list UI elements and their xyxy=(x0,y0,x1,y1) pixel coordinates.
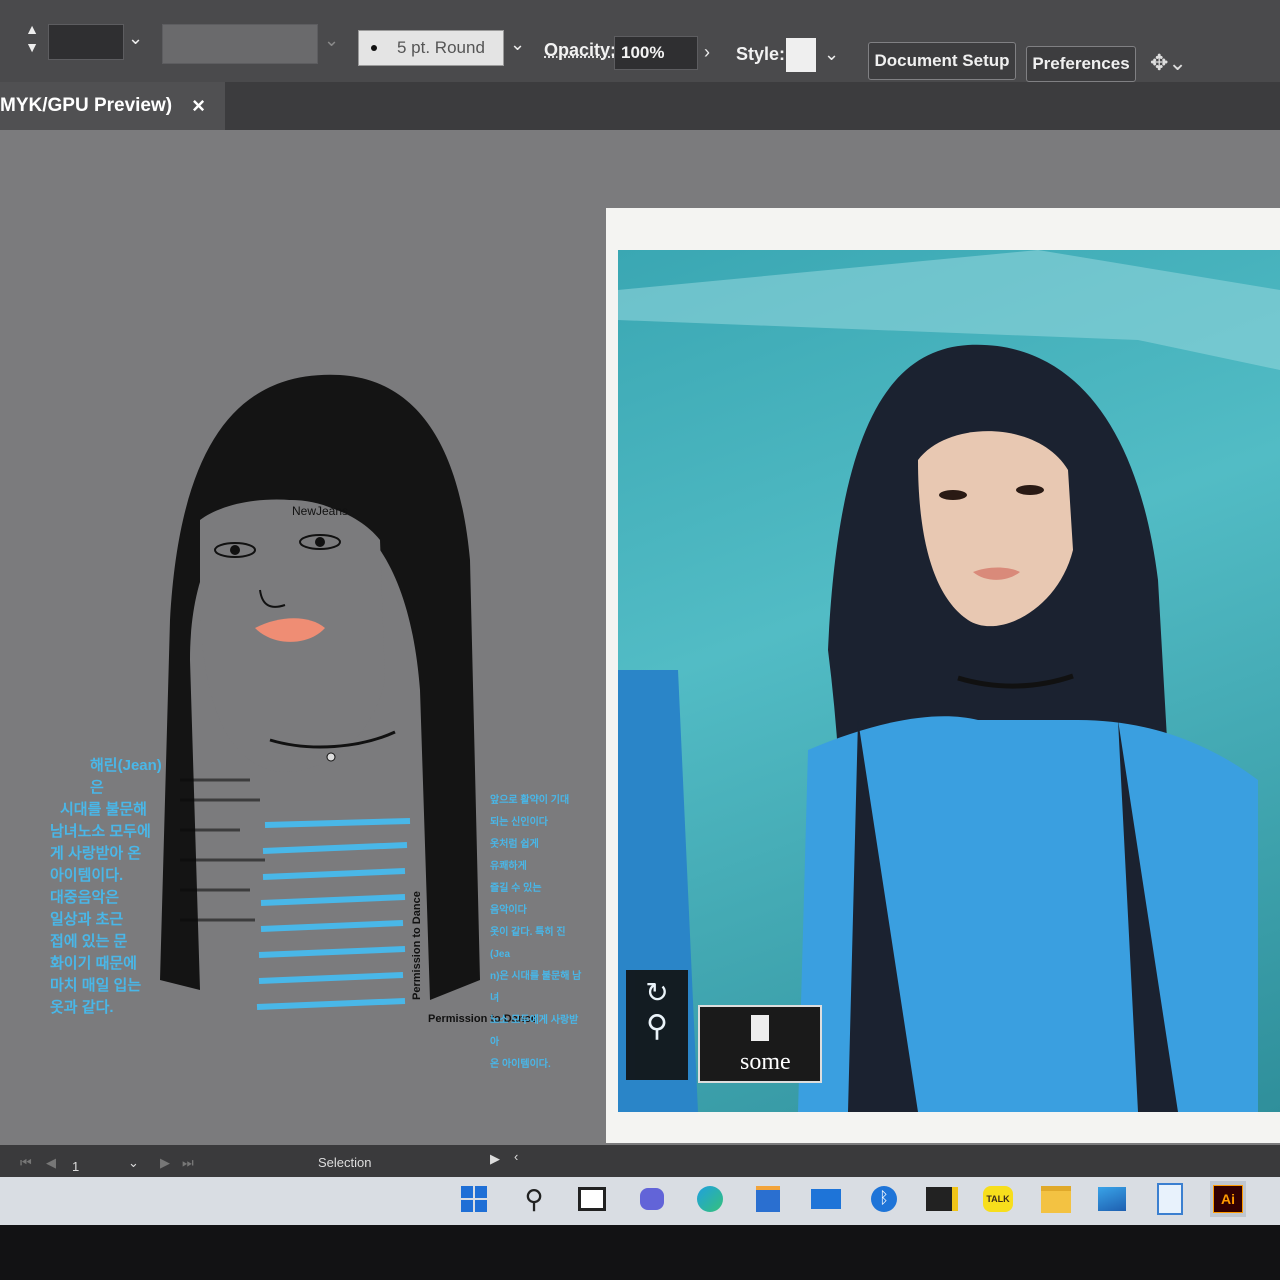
right-pupil xyxy=(315,537,325,547)
left-eye xyxy=(939,490,967,500)
illustrator-label: Ai xyxy=(1213,1185,1243,1213)
overlay-tool-panel[interactable]: ↻ ⚲ xyxy=(626,970,688,1080)
search-icon[interactable]: ⚲ xyxy=(626,1009,688,1044)
style-swatch[interactable] xyxy=(786,38,816,72)
chevron-down-icon[interactable]: ⌄ xyxy=(128,28,143,49)
text-line: 음악이다 xyxy=(490,905,527,916)
status-bar: ⏮ ◀ 1 ⌄ ▶ ⏭ Selection ▶ ‹ xyxy=(0,1145,1280,1177)
opacity-value: 100% xyxy=(621,43,665,62)
stepper-icon[interactable]: ▲ ▼ xyxy=(20,20,44,58)
left-pupil xyxy=(230,545,240,555)
style-label[interactable]: Style: xyxy=(736,44,785,65)
text-line: 일상과 초근 xyxy=(50,911,124,928)
text-line: 되는 신인이다 xyxy=(490,817,548,828)
arrange-documents-icon[interactable]: ✥⌄ xyxy=(1150,50,1187,76)
chevron-left-icon[interactable]: ‹ xyxy=(514,1149,518,1164)
chevron-down-icon[interactable]: ⌄ xyxy=(824,44,839,65)
photo-illustration xyxy=(618,250,1280,1112)
portrait-text-newjeans: NewJeans xyxy=(292,504,348,518)
left-shoulder-text[interactable]: 해린(Jean)은 시대를 불문해 남녀노소 모두에 게 사랑받아 온 아이템이… xyxy=(50,755,170,1019)
edge-icon[interactable] xyxy=(694,1183,726,1215)
text-line: 마치 매일 입는 xyxy=(50,977,142,994)
document-tab-title: MYK/GPU Preview) xyxy=(0,95,173,116)
chevron-down-icon[interactable]: ⌄ xyxy=(510,34,525,55)
mail-icon[interactable] xyxy=(810,1183,842,1215)
prev-page-icon[interactable]: ◀ xyxy=(46,1155,56,1171)
text-line: 접에 있는 문 xyxy=(50,933,128,950)
fill-color-field[interactable] xyxy=(48,24,124,60)
search-icon[interactable]: ⚲ xyxy=(518,1183,550,1215)
sticky-notes-icon[interactable] xyxy=(926,1183,958,1215)
overlay-label-box[interactable]: some xyxy=(698,1005,822,1083)
text-line: 노소 모두에게 사랑받아 xyxy=(490,1015,579,1048)
page-number[interactable]: 1 xyxy=(72,1159,79,1174)
text-line: 유쾌하게 xyxy=(490,861,527,872)
store-icon[interactable] xyxy=(752,1183,784,1215)
close-icon[interactable]: × xyxy=(192,93,205,119)
chevron-down-icon[interactable]: ⌄ xyxy=(324,30,339,51)
reference-photo[interactable]: ↻ ⚲ some xyxy=(618,250,1280,1112)
text-line: 시대를 불문해 xyxy=(60,801,147,818)
kakaotalk-icon[interactable]: TALK xyxy=(982,1183,1014,1215)
body-text-block[interactable] xyxy=(255,815,425,1025)
first-page-icon[interactable]: ⏮ xyxy=(20,1155,32,1171)
right-shoulder-text[interactable]: 앞으로 활약이 기대 되는 신인이다 옷처럼 쉽게 유쾌하게 즐길 수 있는 음… xyxy=(490,790,585,1076)
brush-profile-field[interactable]: 5 pt. Round xyxy=(358,30,504,66)
windows-taskbar: ⚲ ᛒ TALK Ai xyxy=(0,1177,1280,1225)
monitor-bezel xyxy=(0,1225,1280,1280)
text-line: 옷과 같다. xyxy=(50,999,114,1016)
text-line: 남녀노소 모두에 xyxy=(50,823,151,840)
start-icon[interactable] xyxy=(458,1183,490,1215)
text-line: 즐길 수 있는 xyxy=(490,883,542,894)
text-line: 옷이 같다. 특히 진(Jea xyxy=(490,927,566,960)
chevron-right-icon[interactable]: › xyxy=(704,42,710,63)
play-icon[interactable]: ▶ xyxy=(490,1151,500,1167)
text-line: n)은 시대를 불문해 남녀 xyxy=(490,971,582,1004)
chat-icon[interactable] xyxy=(636,1183,668,1215)
text-line: 앞으로 활약이 기대 xyxy=(490,795,570,806)
text-line: 해린(Jean)은 xyxy=(90,757,162,796)
opacity-field[interactable]: 100% xyxy=(614,36,698,70)
text-line: 게 사랑받아 온 xyxy=(50,845,142,862)
photos-icon[interactable] xyxy=(1096,1183,1128,1215)
text-line: 아이템이다. xyxy=(50,867,124,884)
document-tab[interactable]: MYK/GPU Preview) × xyxy=(0,82,225,130)
brush-profile-label: 5 pt. Round xyxy=(397,38,485,57)
document-setup-button[interactable]: Document Setup xyxy=(868,42,1016,80)
chevron-down-icon[interactable]: ⌄ xyxy=(128,1155,139,1171)
text-line: 옷처럼 쉽게 xyxy=(490,839,539,850)
text-line: 화이기 때문에 xyxy=(50,955,137,972)
notepad-icon[interactable] xyxy=(1154,1183,1186,1215)
bluetooth-icon[interactable]: ᛒ xyxy=(868,1183,900,1215)
brush-dot-icon xyxy=(371,45,377,51)
overlay-label: some xyxy=(740,1049,791,1075)
text-line: 대중음악은 xyxy=(50,889,120,906)
preferences-button[interactable]: Preferences xyxy=(1026,46,1136,82)
necklace-pendant xyxy=(326,752,336,762)
loading-icon: ↻ xyxy=(645,977,669,1008)
document-icon xyxy=(751,1015,769,1041)
next-page-icon[interactable]: ▶ xyxy=(160,1155,170,1171)
text-line: 온 아이템이다. xyxy=(490,1059,551,1070)
control-bar: ▲ ▼ ⌄ ⌄ 5 pt. Round ⌄ Opacity: 100% › Sty… xyxy=(0,0,1280,82)
file-explorer-icon[interactable] xyxy=(1040,1183,1072,1215)
kakaotalk-label: TALK xyxy=(983,1186,1013,1212)
illustrator-icon[interactable]: Ai xyxy=(1210,1181,1246,1217)
stroke-weight-field[interactable] xyxy=(162,24,318,64)
last-page-icon[interactable]: ⏭ xyxy=(182,1155,194,1171)
status-tool-name: Selection xyxy=(318,1155,372,1170)
right-eye xyxy=(1016,485,1044,495)
task-view-icon[interactable] xyxy=(576,1183,608,1215)
opacity-label[interactable]: Opacity: xyxy=(544,40,616,61)
